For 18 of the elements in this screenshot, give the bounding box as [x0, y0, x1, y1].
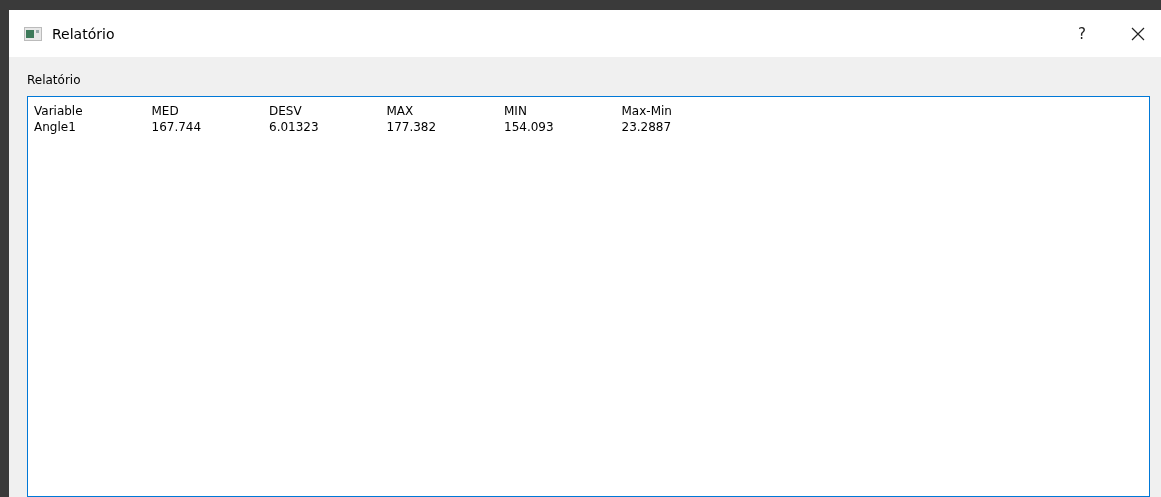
column-header: MED: [151, 103, 180, 119]
table-cell-text: 23.2887: [621, 119, 673, 135]
column-header: MAX: [386, 103, 415, 119]
table-cell-text: 6.01323: [269, 119, 320, 135]
table-cell-text: 177.382: [386, 119, 438, 135]
column-header: DESV: [269, 103, 303, 119]
close-icon: [1131, 26, 1145, 41]
report-text-area[interactable]: Variable MED DESV MAX MIN Max-Min Angle1 167.744 6.01323 177.382 154.093 23.2887: [27, 96, 1150, 497]
table-cell-text: Angle1: [34, 119, 77, 135]
group-label: Relatório: [27, 73, 82, 87]
column-header: MIN: [504, 103, 528, 119]
table-cell-text: 167.744: [151, 119, 203, 135]
column-header: Variable: [34, 103, 84, 119]
help-button[interactable]: ?: [1059, 18, 1105, 49]
window-icon: [24, 26, 42, 41]
table-cell-text: 154.093: [504, 119, 555, 135]
window-title: Relatório: [52, 25, 116, 42]
column-header: Max-Min: [621, 103, 673, 119]
